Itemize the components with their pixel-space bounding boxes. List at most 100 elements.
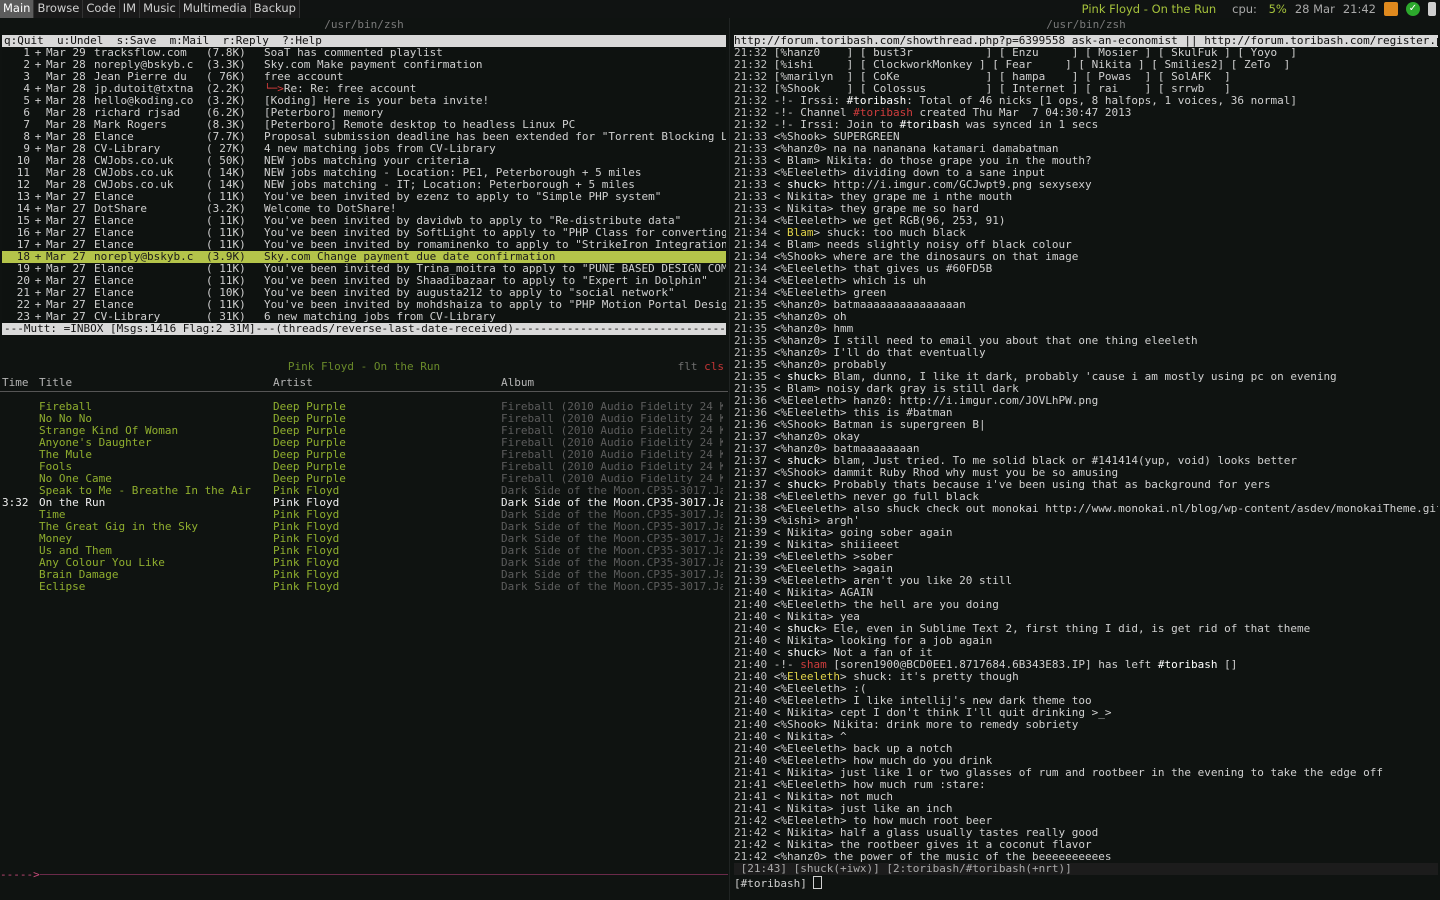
chat-text: <%Eleeleth> I like intellij's new dark t… — [773, 695, 1092, 707]
progress-track[interactable] — [40, 874, 728, 875]
mail-row[interactable]: 6 Mar 28 richard rjsad (6.2K) [Peterboro] me… — [2, 107, 726, 119]
chat-text: < Nikita> ^ — [773, 731, 847, 743]
song-title: No One Came — [39, 473, 112, 485]
chat-text: -!- Irssi: — [773, 95, 847, 107]
song-artist: Pink Floyd — [273, 485, 340, 497]
chat-timestamp: 21:41 — [734, 767, 774, 779]
mail-row[interactable]: 17 + Mar 27 Elance( 11K) You've been invited… — [2, 239, 726, 251]
playlist-row[interactable]: Any Colour You Like Pink Floyd Dark Side o… — [0, 557, 728, 569]
playlist-row[interactable]: Us and Them Pink Floyd Dark Side of the Mo… — [0, 545, 728, 557]
song-artist: Pink Floyd — [273, 581, 340, 593]
playlist-row[interactable]: Anyone's Daughter Deep Purple Fireball (20… — [0, 437, 728, 449]
chat-line: 21:33 < Blam> Nikita: do those grape you… — [734, 155, 1438, 167]
playlist-row[interactable]: Money Pink Floyd Dark Side of the Moon.CP3… — [0, 533, 728, 545]
mail-row[interactable]: 9 + Mar 28 CV-Library( 27K) 4 new matching j… — [2, 143, 726, 155]
chat-line: 21:32 -!- Irssi: Join to #toribash was s… — [734, 119, 1438, 131]
mail-row[interactable]: 23 + Mar 27 CV-Library ( 31K) 6 new matching … — [2, 311, 726, 323]
pane-divider[interactable] — [729, 18, 730, 900]
chat-text: < — [773, 455, 787, 467]
chat-line: 21:36 <%Shook> Batman is supergreen B| — [734, 419, 1438, 431]
mail-row[interactable]: 3 Mar 28 Jean Pierre du( 76K) free account — [2, 71, 726, 83]
playlist-row[interactable]: No One Came Deep Purple Fireball (2010 Aud… — [0, 473, 728, 485]
chat-line: 21:36 <%Eleeleth> this is #batman — [734, 407, 1438, 419]
irc-input-line[interactable]: [#toribash] — [734, 876, 1438, 890]
playlist-row[interactable]: Eclipse Pink Floyd Dark Side of the Moon.C… — [0, 581, 728, 593]
chat-line: 21:34 < Blam> shuck: too much black — [734, 227, 1438, 239]
playlist-row[interactable]: Fireball Deep Purple Fireball (2010 Audio … — [0, 401, 728, 413]
chat-line: 21:41 < Nikita> just like 1 or two glass… — [734, 767, 1438, 779]
mail-list[interactable]: 1 + Mar 29 tracksflow.com (7.8K) SoaT has com… — [2, 47, 726, 323]
mail-row[interactable]: 16 + Mar 27 Elance( 11K) You've been invited… — [2, 227, 726, 239]
chat-text: shuck — [787, 647, 821, 659]
mail-row[interactable]: 7 Mar 28 Mark Rogers (8.3K) [Peterboro] Remo… — [2, 119, 726, 131]
chat-timestamp: 21:38 — [734, 491, 774, 503]
playlist-row[interactable]: No No No Deep Purple Fireball (2010 Audio … — [0, 413, 728, 425]
mail-row[interactable]: 5 + Mar 28 hello@koding.co (3.2K) [Koding] He… — [2, 95, 726, 107]
workspace-tab-main[interactable]: Main — [0, 0, 35, 18]
mutt-pane-title: /usr/bin/zsh — [324, 18, 404, 31]
chat-line: 21:40 <%Eleeleth> :( — [734, 683, 1438, 695]
chat-line: 21:42 <%Eleeleth> to how much root beer — [734, 815, 1438, 827]
chat-text: < Nikita> just like 1 or two glasses of … — [773, 767, 1384, 779]
mail-row[interactable]: 22 + Mar 27 Elance( 11K) You've been invited… — [2, 299, 726, 311]
chat-timestamp: 21:37 — [734, 479, 774, 491]
mutt-pane[interactable]: q:Quit u:Undel s:Save m:Mail r:Reply ?:H… — [2, 35, 726, 337]
chat-timestamp: 21:32 — [734, 47, 774, 59]
mail-sender: Elance — [94, 263, 134, 275]
chat-line: 21:41 < Nikita> just like an inch — [734, 803, 1438, 815]
mail-subject-cell: SoaT has commented playlist — [264, 47, 726, 59]
playlist-row[interactable]: 3:32 On the Run Pink Floyd Dark Side of the… — [0, 497, 728, 509]
mail-subject: You've been invited by SoftLight to appl… — [264, 227, 726, 239]
player-flags: flt cls — [678, 360, 724, 374]
workspace-tab-browse[interactable]: Browse — [34, 0, 84, 18]
mail-row[interactable]: 18 + Mar 27 noreply@bskyb.c (3.9K) Sky.com Ch… — [2, 251, 726, 263]
workspace-tab-music[interactable]: Music — [140, 0, 180, 18]
checkmark-icon[interactable]: ✓ — [1406, 2, 1420, 16]
mail-row[interactable]: 1 + Mar 29 tracksflow.com (7.8K) SoaT has com… — [2, 47, 726, 59]
playlist[interactable]: Fireball Deep Purple Fireball (2010 Audio … — [0, 401, 728, 593]
mail-row[interactable]: 15 + Mar 27 Elance( 11K) You've been invited… — [2, 215, 726, 227]
mail-subject-cell: 4 new matching jobs from CV-Library — [264, 143, 726, 155]
mail-row[interactable]: 11 Mar 28 CWJobs.co.uk( 14K) NEW jobs match… — [2, 167, 726, 179]
mail-row[interactable]: 4 + Mar 28 jp.dutoit@txtna (2.2K) └─>Re: Re: … — [2, 83, 726, 95]
chat-text: sham — [800, 659, 827, 671]
chat-text: < Nikita> going sober again — [773, 527, 953, 539]
playlist-row[interactable]: Speak to Me - Breathe In the Air Pink Flo… — [0, 485, 728, 497]
playlist-row[interactable]: The Great Gig in the Sky Pink Floyd Dark S… — [0, 521, 728, 533]
workspace-tab-backup[interactable]: Backup — [250, 0, 300, 18]
mail-row[interactable]: 12 Mar 28 CWJobs.co.uk( 14K) NEW jobs match… — [2, 179, 726, 191]
mail-row[interactable]: 8 + Mar 28 Elance (7.7K) Proposal submission … — [2, 131, 726, 143]
chat-line: 21:34 <%Eleeleth> that gives us #60FD5B — [734, 263, 1438, 275]
workspace-tab-multimedia[interactable]: Multimedia — [179, 0, 251, 18]
mail-row[interactable]: 21 + Mar 27 Elance( 10K) You've been invited… — [2, 287, 726, 299]
chat-line: 21:41 <%Eleeleth> how much rum :stare: — [734, 779, 1438, 791]
mail-flag — [30, 167, 46, 179]
mail-row[interactable]: 14 + Mar 27 DotShare (3.2K) Welcome to DotSha… — [2, 203, 726, 215]
progress-indicator[interactable]: -----> — [0, 869, 40, 881]
folder-icon[interactable] — [1384, 2, 1398, 16]
irc-pane[interactable]: http://forum.toribash.com/showthread.php… — [734, 35, 1438, 897]
playlist-row[interactable]: The Mule Deep Purple Fireball (2010 Audio … — [0, 449, 728, 461]
playlist-row[interactable]: Time Pink Floyd Dark Side of the Moon.CP35… — [0, 509, 728, 521]
playlist-row[interactable]: Fools Deep Purple Fireball (2010 Audio Fid… — [0, 461, 728, 473]
chat-text: < Nikita> just like an inch — [773, 803, 953, 815]
mail-row[interactable]: 10 Mar 28 CWJobs.co.uk( 50K) NEW jobs match… — [2, 155, 726, 167]
chat-line: 21:33 <%Shook> SUPERGREEN — [734, 131, 1438, 143]
song-artist: Deep Purple — [273, 425, 346, 437]
workspace-tab-code[interactable]: Code — [83, 0, 120, 18]
workspace-tab-im[interactable]: IM — [119, 0, 141, 18]
mail-row[interactable]: 2 + Mar 28 noreply@bskyb.c (3.3K) Sky.com Mak… — [2, 59, 726, 71]
music-player-pane[interactable]: Pink Floyd - On the Run flt cls Time Tit… — [0, 360, 728, 900]
song-album: Dark Side of the Moon.CP35-3017.Japan — [501, 521, 723, 533]
chat-text: < Nikita> not much — [773, 791, 893, 803]
song-time — [0, 557, 39, 569]
chat-line: 21:33 < shuck> http://i.imgur.com/GCJwpt… — [734, 179, 1438, 191]
mail-row[interactable]: 13 + Mar 27 Elance( 11K) You've been invited… — [2, 191, 726, 203]
mail-sender: CV-Library — [94, 311, 161, 323]
mail-size: ( 31K) — [206, 310, 246, 323]
text-cursor[interactable] — [813, 876, 823, 889]
mail-row[interactable]: 19 + Mar 27 Elance( 11K) You've been invited… — [2, 263, 726, 275]
playlist-row[interactable]: Brain Damage Pink Floyd Dark Side of the M… — [0, 569, 728, 581]
mail-row[interactable]: 20 + Mar 27 Elance( 11K) You've been invited… — [2, 275, 726, 287]
playlist-row[interactable]: Strange Kind Of Woman Deep Purple Fireball… — [0, 425, 728, 437]
